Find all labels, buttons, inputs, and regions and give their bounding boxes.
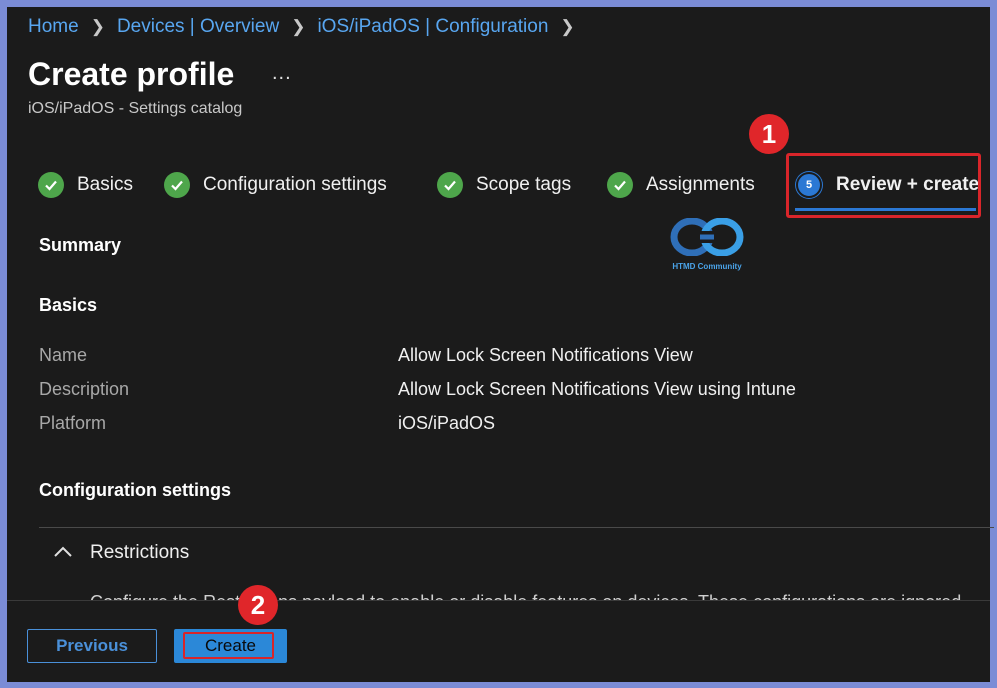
tab-basics[interactable]: Basics [38,172,133,198]
breadcrumb-home[interactable]: Home [28,16,79,38]
previous-button[interactable]: Previous [27,629,157,663]
check-icon [164,172,190,198]
breadcrumb: Home ❯ Devices | Overview ❯ iOS/iPadOS |… [28,16,587,38]
callout-badge-2: 2 [238,585,278,625]
more-options-button[interactable]: ... [272,62,292,85]
restrictions-label: Restrictions [90,542,190,563]
restrictions-section-toggle[interactable]: Restrictions [54,542,189,564]
htmd-community-logo: HTMD Community [670,217,744,278]
check-icon [38,172,64,198]
chevron-right-icon: ❯ [560,17,575,36]
callout-badge-1: 1 [749,114,789,154]
check-icon [607,172,633,198]
callout-highlight-review-tab [786,153,981,218]
tab-label: Basics [77,174,133,195]
tab-scope-tags[interactable]: Scope tags [437,172,571,198]
breadcrumb-devices-overview[interactable]: Devices | Overview [117,16,279,38]
callout-highlight-create-button [183,632,274,659]
basics-heading: Basics [39,295,98,315]
chevron-up-icon [54,542,74,564]
summary-heading: Summary [39,235,122,255]
name-label: Name [39,345,88,365]
check-icon [437,172,463,198]
name-value: Allow Lock Screen Notifications View [398,345,693,365]
platform-label: Platform [39,413,107,433]
description-label: Description [39,379,130,399]
tab-label: Configuration settings [203,174,387,195]
page-subtitle: iOS/iPadOS - Settings catalog [28,100,243,117]
configuration-settings-heading: Configuration settings [39,480,231,500]
breadcrumb-ios-configuration[interactable]: iOS/iPadOS | Configuration [317,16,548,38]
divider [39,527,994,528]
tab-label: Scope tags [476,174,572,195]
logo-caption: HTMD Community [672,262,742,271]
tab-assignments[interactable]: Assignments [607,172,755,198]
chevron-right-icon: ❯ [291,17,306,36]
page-title: Create profile [28,56,235,92]
description-value: Allow Lock Screen Notifications View usi… [398,379,796,399]
platform-value: iOS/iPadOS [398,413,496,433]
tab-configuration-settings[interactable]: Configuration settings [164,172,387,198]
chevron-right-icon: ❯ [90,17,105,36]
tab-label: Assignments [646,174,755,195]
